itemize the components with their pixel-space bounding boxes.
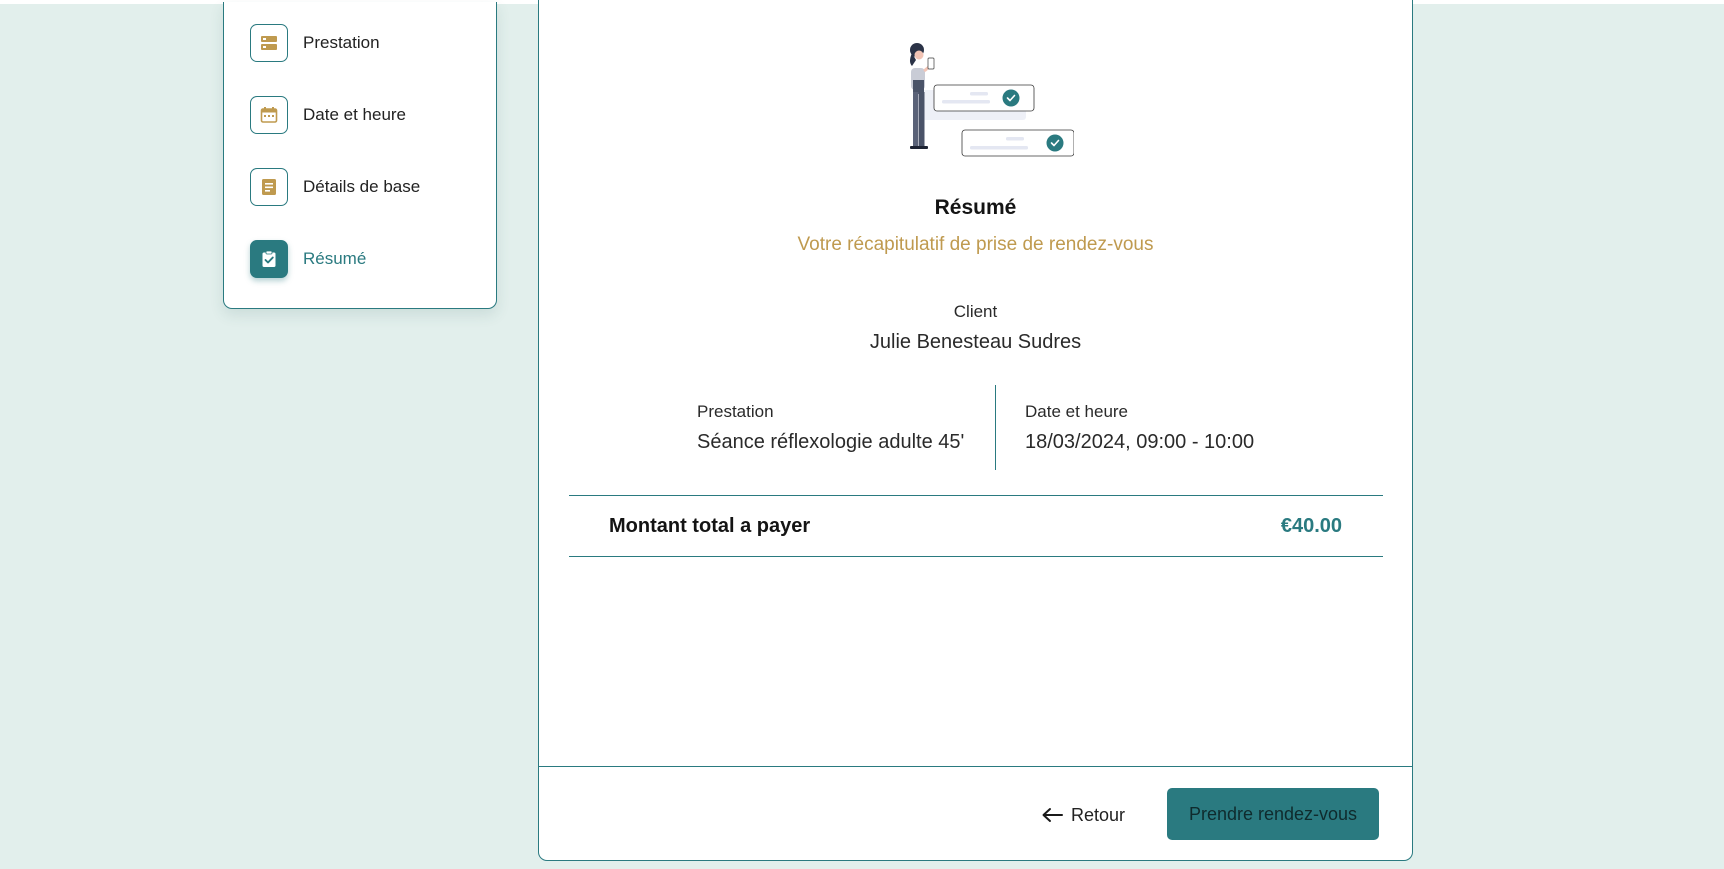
datetime-value: 18/03/2024, 09:00 - 10:00: [1025, 431, 1255, 453]
arrow-left-icon: [1041, 807, 1063, 823]
footer-divider: [539, 766, 1412, 767]
total-bottom-divider: [569, 556, 1383, 557]
booking-illustration: [910, 43, 1074, 157]
total-top-divider: [569, 495, 1383, 496]
sidebar-item-date-et-heure[interactable]: Date et heure: [250, 95, 406, 135]
back-button[interactable]: Retour: [1041, 800, 1125, 830]
document-icon: [250, 168, 288, 206]
summary-subtitle: Votre récapitulatif de prise de rendez-v…: [797, 234, 1154, 255]
steps-sidebar: Prestation Date et heure Détails de base…: [223, 2, 497, 309]
sidebar-item-label: Détails de base: [303, 177, 421, 196]
sidebar-item-details-de-base[interactable]: Détails de base: [250, 167, 420, 207]
client-name: Julie Benesteau Sudres: [869, 331, 1082, 353]
summary-card: Résumé Votre récapitulatif de prise de r…: [538, 0, 1413, 861]
sidebar-item-label: Date et heure: [303, 105, 407, 124]
total-label: Montant total a payer: [609, 515, 811, 537]
sidebar-item-label: Résumé: [303, 249, 367, 268]
service-label: Prestation: [697, 402, 774, 421]
sidebar-item-label: Prestation: [303, 33, 380, 52]
clipboard-check-icon: [250, 240, 288, 278]
calendar-icon: [250, 96, 288, 134]
server-icon: [250, 24, 288, 62]
details-divider: [995, 385, 996, 470]
total-amount: €40.00: [1280, 515, 1342, 537]
service-value: Séance réflexologie adulte 45': [697, 431, 965, 453]
client-label: Client: [953, 302, 998, 321]
summary-title: Résumé: [934, 196, 1017, 219]
sidebar-item-resume[interactable]: Résumé: [250, 239, 366, 279]
datetime-label: Date et heure: [1025, 402, 1129, 421]
book-appointment-button[interactable]: Prendre rendez-vous: [1167, 788, 1379, 840]
sidebar-item-prestation[interactable]: Prestation: [250, 23, 380, 63]
back-button-label: Retour: [1071, 804, 1126, 825]
